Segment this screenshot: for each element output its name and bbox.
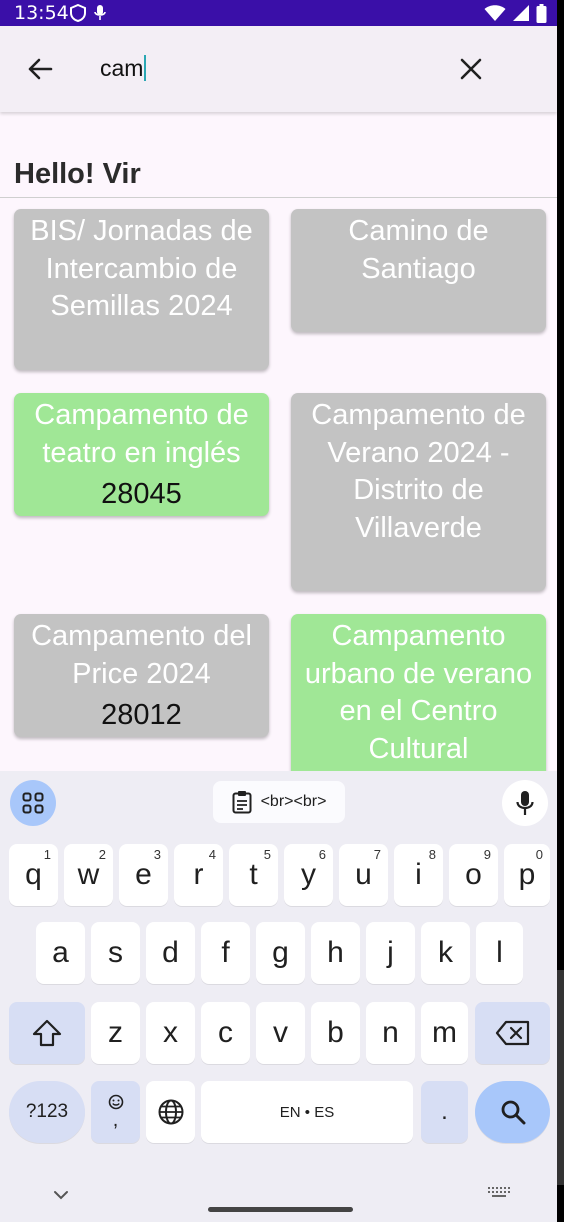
close-icon xyxy=(460,58,482,80)
gesture-nav-handle[interactable] xyxy=(208,1207,353,1212)
voice-input-button[interactable] xyxy=(502,780,548,826)
back-button[interactable] xyxy=(20,49,60,89)
key-u[interactable]: u7 xyxy=(339,844,388,906)
greeting-title: Hello! Vir xyxy=(14,158,141,190)
period-key[interactable]: . xyxy=(421,1081,468,1143)
keyboard-icon xyxy=(488,1187,510,1197)
event-card[interactable]: Campamento del Price 2024 28012 xyxy=(14,614,269,737)
status-icons-left xyxy=(70,3,106,23)
key-i[interactable]: i8 xyxy=(394,844,443,906)
event-card-postal-code: 28045 xyxy=(101,478,182,510)
key-k[interactable]: k xyxy=(421,922,470,984)
key-e[interactable]: e3 xyxy=(119,844,168,906)
arrow-left-icon xyxy=(28,58,53,80)
status-time: 13:54 xyxy=(14,2,69,24)
edge-scrollbar xyxy=(557,970,564,1185)
search-input[interactable]: cam xyxy=(100,55,147,82)
search-icon xyxy=(501,1100,525,1125)
battery-icon xyxy=(536,3,547,23)
shield-icon xyxy=(70,4,86,22)
key-p[interactable]: p0 xyxy=(504,844,550,906)
key-o[interactable]: o9 xyxy=(449,844,498,906)
soft-keyboard: <br><br> q1 w2 e3 r4 t5 y6 u7 i8 o9 p0 a… xyxy=(0,771,557,1222)
keyboard-toolbar: <br><br> xyxy=(0,771,557,833)
event-card-postal-code: 28012 xyxy=(101,699,182,731)
key-y[interactable]: y6 xyxy=(284,844,333,906)
event-card[interactable]: Campamento de teatro en inglés 28045 xyxy=(14,393,269,516)
event-card-title: Campamento de teatro en inglés xyxy=(34,399,249,469)
divider xyxy=(0,197,557,198)
hide-keyboard-button[interactable] xyxy=(50,1184,72,1206)
key-a[interactable]: a xyxy=(36,922,85,984)
search-query: cam xyxy=(100,55,144,81)
key-v[interactable]: v xyxy=(256,1002,305,1064)
key-r[interactable]: r4 xyxy=(174,844,223,906)
app-screen: 13:54 cam Hello! Vir BIS/ Jornadas de In… xyxy=(0,0,557,1222)
globe-icon xyxy=(158,1099,183,1125)
key-x[interactable]: x xyxy=(146,1002,195,1064)
key-l[interactable]: l xyxy=(476,922,523,984)
clipboard-suggestion-text: <br><br> xyxy=(260,793,327,810)
event-card[interactable]: Campamento de Verano 2024 - Distrito de … xyxy=(291,393,546,591)
key-d[interactable]: d xyxy=(146,922,195,984)
key-t[interactable]: t5 xyxy=(229,844,278,906)
shift-icon xyxy=(32,1019,62,1047)
event-card-title: Campamento de Verano 2024 - Distrito de … xyxy=(311,399,526,544)
key-b[interactable]: b xyxy=(311,1002,360,1064)
clipboard-suggestion-chip[interactable]: <br><br> xyxy=(213,781,345,823)
mic-icon xyxy=(516,791,534,815)
keyboard-switch-button[interactable] xyxy=(487,1185,511,1201)
backspace-icon xyxy=(495,1020,529,1046)
emoji-icon xyxy=(108,1094,123,1110)
chevron-down-icon xyxy=(54,1191,68,1200)
shift-key[interactable] xyxy=(9,1002,85,1064)
search-key[interactable] xyxy=(475,1081,550,1143)
event-card-title: BIS/ Jornadas de Intercambio de Semillas… xyxy=(30,215,253,322)
event-card-title: Camino de Santiago xyxy=(348,215,489,285)
event-card[interactable]: Camino de Santiago xyxy=(291,209,546,332)
key-j[interactable]: j xyxy=(366,922,415,984)
event-card[interactable]: BIS/ Jornadas de Intercambio de Semillas… xyxy=(14,209,269,370)
clipboard-icon xyxy=(232,791,252,814)
status-bar: 13:54 xyxy=(0,0,557,26)
event-card-title: Campamento del Price 2024 xyxy=(31,620,252,690)
emoji-comma-key[interactable]: , xyxy=(91,1081,140,1143)
key-h[interactable]: h xyxy=(311,922,360,984)
key-w[interactable]: w2 xyxy=(64,844,113,906)
search-toolbar xyxy=(0,26,557,112)
key-g[interactable]: g xyxy=(256,922,305,984)
clear-search-button[interactable] xyxy=(451,49,491,89)
key-m[interactable]: m xyxy=(421,1002,468,1064)
space-key[interactable]: EN • ES xyxy=(201,1081,413,1143)
event-card-title: Campamento urbano de verano en el Centro… xyxy=(304,620,533,765)
text-caret xyxy=(144,55,147,81)
backspace-key[interactable] xyxy=(475,1002,550,1064)
key-f[interactable]: f xyxy=(201,922,250,984)
keyboard-apps-button[interactable] xyxy=(10,780,56,826)
mic-icon xyxy=(94,5,106,20)
key-n[interactable]: n xyxy=(366,1002,415,1064)
key-q[interactable]: q1 xyxy=(9,844,58,906)
grid-icon xyxy=(22,792,44,814)
status-icons-right xyxy=(484,3,547,23)
symbols-key[interactable]: ?123 xyxy=(9,1081,85,1143)
key-s[interactable]: s xyxy=(91,922,140,984)
wifi-icon xyxy=(484,5,506,21)
key-c[interactable]: c xyxy=(201,1002,250,1064)
language-key[interactable] xyxy=(146,1081,195,1143)
key-z[interactable]: z xyxy=(91,1002,140,1064)
signal-icon xyxy=(513,5,529,21)
